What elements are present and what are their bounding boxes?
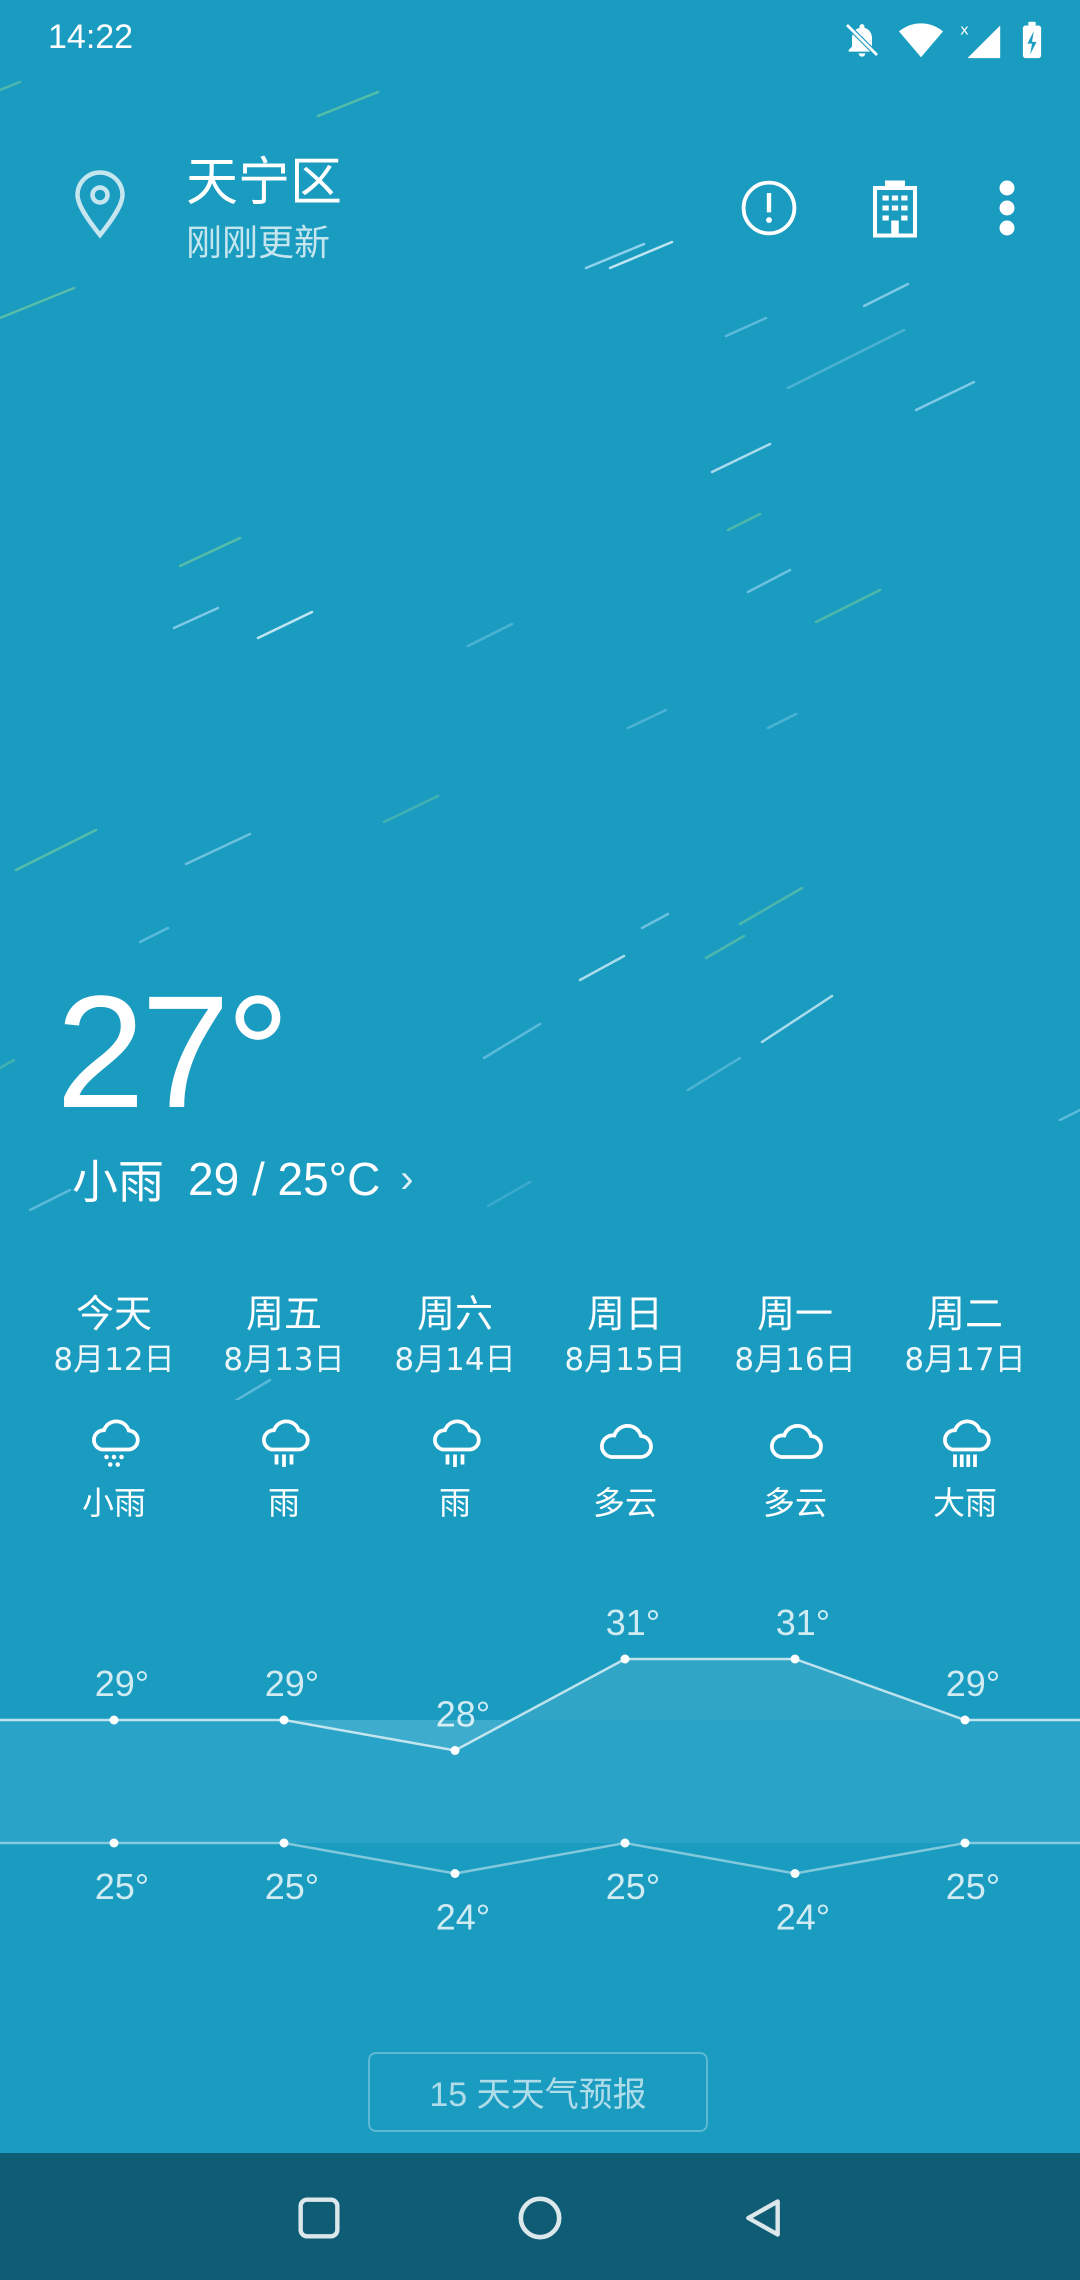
high-temp-point bbox=[279, 1715, 289, 1725]
high-temp-label: 28° bbox=[436, 1694, 490, 1735]
day-date: 8月14日 bbox=[394, 1342, 516, 1378]
day-forecast-item[interactable]: 周一 8月16日多云 bbox=[710, 1290, 880, 1524]
high-temp-label: 31° bbox=[606, 1602, 660, 1643]
heavy-rain-icon bbox=[943, 1419, 991, 1467]
day-condition: 雨 bbox=[438, 1484, 471, 1522]
day-name: 今天 bbox=[75, 1292, 152, 1336]
day-condition: 多云 bbox=[762, 1484, 827, 1522]
current-condition-row[interactable]: 小雨 29 / 25°C › bbox=[72, 1146, 414, 1212]
day-date: 8月15日 bbox=[564, 1342, 686, 1378]
home-button[interactable] bbox=[505, 2183, 575, 2253]
high-temp-point bbox=[109, 1715, 119, 1725]
high-temp-label: 31° bbox=[776, 1602, 830, 1643]
low-temp-line bbox=[0, 1841, 1080, 1875]
location-pin-icon[interactable] bbox=[70, 170, 130, 240]
high-temp-label: 29° bbox=[265, 1663, 319, 1704]
high-temp-label: 29° bbox=[95, 1663, 149, 1704]
high-temp-point bbox=[790, 1654, 800, 1664]
temperature-band bbox=[0, 1720, 1080, 1843]
rain-icon bbox=[262, 1419, 310, 1467]
cloud-icon bbox=[600, 1424, 653, 1459]
high-temp-point bbox=[450, 1746, 460, 1755]
day-name: 周六 bbox=[416, 1292, 493, 1336]
day-condition: 小雨 bbox=[81, 1484, 146, 1522]
back-button[interactable] bbox=[728, 2183, 798, 2253]
day-forecast-item[interactable]: 今天 8月12日小雨 bbox=[29, 1290, 199, 1524]
cloud-icon bbox=[770, 1424, 823, 1459]
high-temp-point bbox=[620, 1654, 630, 1664]
update-status: 刚刚更新 bbox=[186, 222, 331, 263]
city-manage-button[interactable] bbox=[853, 166, 937, 250]
day-date: 8月16日 bbox=[734, 1342, 856, 1378]
current-temperature: 27° bbox=[56, 962, 290, 1141]
current-condition: 小雨 bbox=[72, 1156, 164, 1208]
header: 天宁区 刚刚更新 bbox=[0, 0, 1080, 280]
low-temp-point bbox=[109, 1838, 119, 1848]
low-temp-point bbox=[620, 1838, 630, 1848]
low-temp-label: 25° bbox=[95, 1866, 149, 1907]
back-triangle-icon bbox=[746, 2199, 780, 2237]
day-date: 8月13日 bbox=[223, 1342, 345, 1378]
location-title[interactable]: 天宁区 bbox=[186, 140, 342, 215]
day-name: 周五 bbox=[245, 1292, 322, 1336]
chevron-right-icon: › bbox=[400, 1156, 414, 1201]
day-condition: 多云 bbox=[592, 1484, 657, 1522]
alert-button[interactable] bbox=[727, 166, 811, 250]
day-date: 8月17日 bbox=[904, 1342, 1026, 1378]
day-name: 周一 bbox=[756, 1292, 833, 1336]
day-condition: 雨 bbox=[267, 1484, 300, 1522]
day-name: 周二 bbox=[926, 1292, 1003, 1336]
light-rain-icon bbox=[92, 1419, 140, 1467]
low-temp-label: 24° bbox=[776, 1897, 830, 1938]
low-temp-label: 25° bbox=[946, 1866, 1000, 1907]
recents-square-icon bbox=[298, 2197, 340, 2239]
temperature-trend-chart: 29° 25° 29° 25° 28° 24° 31° 25° 31° 24° 29° 25° bbox=[0, 1602, 1080, 1938]
low-temp-label: 25° bbox=[265, 1866, 319, 1907]
low-temp-point bbox=[960, 1838, 970, 1848]
high-temp-point bbox=[960, 1715, 970, 1725]
day-forecast-item[interactable]: 周二 8月17日大雨 bbox=[880, 1290, 1050, 1524]
low-temp-point bbox=[790, 1869, 800, 1878]
low-temp-label: 24° bbox=[436, 1897, 490, 1938]
home-circle-icon bbox=[518, 2196, 562, 2240]
more-options-button[interactable] bbox=[965, 166, 1049, 250]
fifteen-day-forecast-button[interactable]: 15 天天气预报 bbox=[368, 2052, 708, 2132]
high-temp-label: 29° bbox=[946, 1663, 1000, 1704]
day-name: 周日 bbox=[586, 1292, 663, 1336]
navigation-bar bbox=[0, 2153, 1080, 2280]
alert-icon bbox=[741, 180, 797, 236]
low-temp-point bbox=[450, 1869, 460, 1878]
day-date: 8月12日 bbox=[53, 1342, 175, 1378]
day-forecast-item[interactable]: 周六 8月14日雨 bbox=[370, 1290, 540, 1524]
temperature-range: 29 / 25°C bbox=[188, 1153, 381, 1205]
day-forecast-item[interactable]: 周日 8月15日多云 bbox=[540, 1290, 710, 1524]
rain-icon bbox=[433, 1419, 481, 1467]
more-vert-icon bbox=[999, 180, 1015, 236]
low-temp-point bbox=[279, 1838, 289, 1848]
low-temp-label: 25° bbox=[606, 1866, 660, 1907]
day-condition: 大雨 bbox=[932, 1484, 997, 1522]
building-icon bbox=[873, 180, 917, 238]
day-forecast-item[interactable]: 周五 8月13日雨 bbox=[199, 1290, 369, 1524]
recents-button[interactable] bbox=[284, 2183, 354, 2253]
